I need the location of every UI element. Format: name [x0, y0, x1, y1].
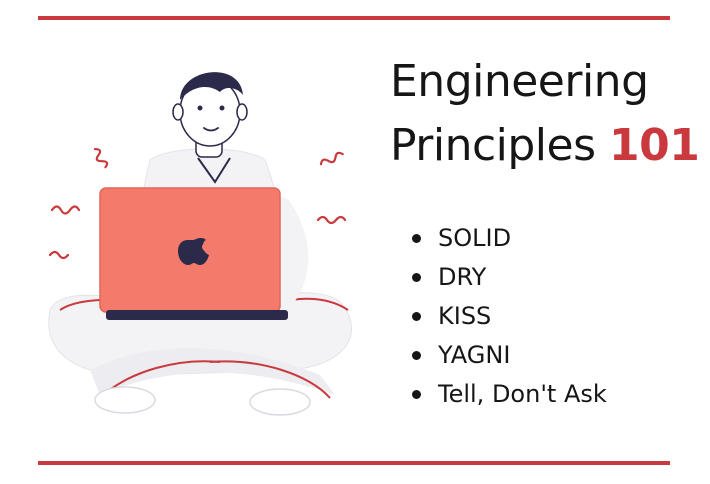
- principle-label: DRY: [438, 263, 487, 291]
- list-item: KISS: [412, 297, 607, 336]
- principle-label: SOLID: [438, 224, 512, 252]
- title-word-principles: Principles: [390, 120, 596, 171]
- person-with-laptop-illustration: [48, 72, 352, 416]
- jitter-mark-left-low: [48, 250, 70, 260]
- laptop-base: [106, 310, 288, 320]
- jitter-mark-left-top: [93, 147, 109, 169]
- left-eye: [197, 105, 203, 111]
- page-title: Engineering Principles 101: [390, 50, 700, 178]
- bullet-icon: [412, 273, 421, 282]
- jitter-mark-left-mid: [50, 205, 81, 215]
- principle-label: YAGNI: [438, 341, 511, 369]
- principle-label: KISS: [438, 302, 492, 330]
- bullet-icon: [412, 351, 421, 360]
- right-eye: [219, 105, 225, 111]
- jitter-mark-right-top: [319, 151, 344, 166]
- title-line-2: Principles 101: [390, 114, 700, 178]
- list-item: DRY: [412, 258, 607, 297]
- principles-list: SOLID DRY KISS YAGNI Tell, Don't Ask: [412, 219, 607, 414]
- principle-label: Tell, Don't Ask: [438, 380, 607, 408]
- list-item: SOLID: [412, 219, 607, 258]
- top-divider: [38, 16, 670, 20]
- list-item: Tell, Don't Ask: [412, 375, 607, 414]
- bullet-icon: [412, 234, 421, 243]
- title-number: 101: [609, 120, 700, 171]
- left-foot: [94, 386, 156, 414]
- jitter-mark-right-mid: [316, 215, 347, 225]
- list-item: YAGNI: [412, 336, 607, 375]
- right-ear: [236, 103, 248, 121]
- bullet-icon: [412, 312, 421, 321]
- bottom-divider: [38, 461, 670, 465]
- title-line-1: Engineering: [390, 56, 649, 107]
- right-foot: [249, 388, 311, 416]
- left-ear: [172, 103, 184, 121]
- bullet-icon: [412, 390, 421, 399]
